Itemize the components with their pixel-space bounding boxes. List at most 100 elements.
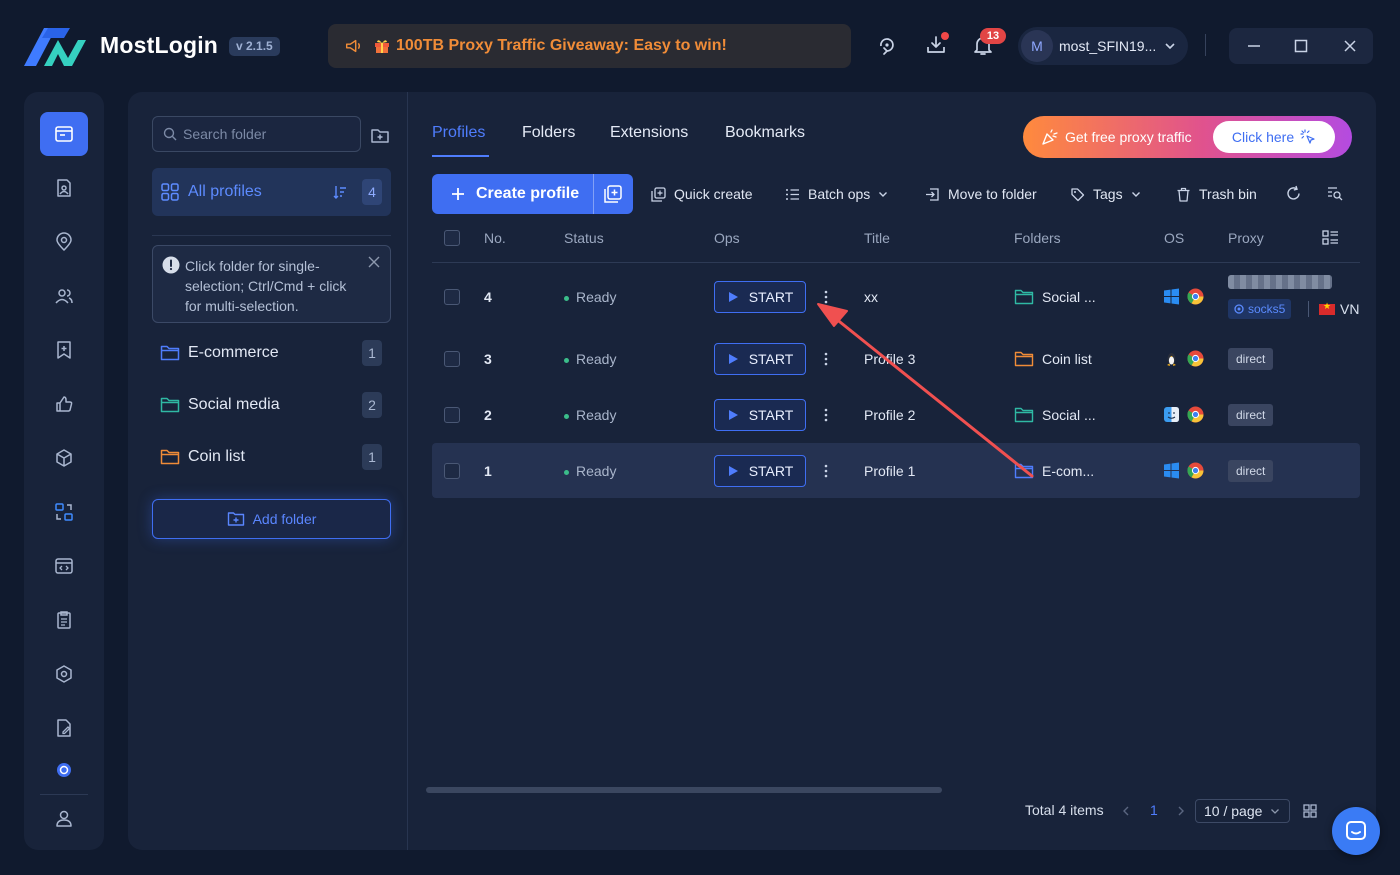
windows-icon [1164,462,1179,479]
nav-api[interactable] [40,544,88,588]
folder-search[interactable] [152,116,361,152]
all-profiles-item[interactable]: All profiles 4 [152,168,391,216]
close-icon[interactable] [1342,38,1358,54]
col-status[interactable]: Status [564,230,604,246]
table-row[interactable]: 2 Ready START Profile 2 Social ... direc… [432,387,1360,443]
free-proxy-banner[interactable]: Get free proxy traffic Click here [1023,116,1352,158]
batch-ops-label: Batch ops [808,186,871,202]
grid-view-icon[interactable] [1303,804,1317,818]
row-checkbox[interactable] [444,407,460,423]
nav-logs[interactable] [40,598,88,642]
move-to-folder-label: Move to folder [948,186,1037,202]
nav-bookmarks[interactable] [40,328,88,372]
table-row[interactable]: 3 Ready START Profile 3 Coin list direct [432,331,1360,387]
location-pin-icon [56,232,72,252]
sort-icon[interactable] [332,184,348,200]
more-options-icon[interactable] [818,463,834,479]
user-menu[interactable]: M most_SFIN19... [1018,27,1188,65]
start-button[interactable]: START [714,455,806,487]
search-icon [163,127,177,141]
folder-item-social-media[interactable]: Social media 2 [152,385,391,425]
current-page[interactable]: 1 [1150,802,1158,818]
gift-icon [375,40,389,53]
maximize-icon[interactable] [1293,38,1309,54]
row-checkbox[interactable] [444,351,460,367]
chrome-icon [1187,406,1204,423]
sync-icon[interactable] [876,34,898,56]
nav-account[interactable] [40,796,88,840]
tab-extensions[interactable]: Extensions [610,124,688,142]
nav-settings[interactable] [40,652,88,696]
nav-recommend[interactable] [40,382,88,426]
click-here-button[interactable]: Click here [1213,121,1335,153]
folder-item-ecommerce[interactable]: E-commerce 1 [152,333,391,373]
quick-create-button[interactable]: Quick create [651,185,753,203]
batch-create-icon[interactable] [603,184,623,204]
move-to-folder-button[interactable]: Move to folder [925,185,1037,203]
side-nav [24,92,104,850]
trash-bin-button[interactable]: Trash bin [1176,185,1257,203]
chevron-down-icon [879,192,888,197]
add-folder-button[interactable]: Add folder [152,499,391,539]
table-row[interactable]: 1 Ready START Profile 1 E-com... direct [432,443,1360,498]
page-size-select[interactable]: 10 / page [1195,799,1290,823]
row-checkbox[interactable] [444,463,460,479]
tags-dropdown[interactable]: Tags [1070,185,1141,203]
row-status: Ready [564,407,616,423]
start-button[interactable]: START [714,281,806,313]
next-page-icon[interactable] [1175,805,1187,817]
more-options-icon[interactable] [818,289,834,305]
nav-support[interactable] [40,750,88,790]
search-filter-icon[interactable] [1327,185,1344,202]
col-folders[interactable]: Folders [1014,230,1061,246]
new-folder-icon[interactable] [370,125,390,145]
tab-folders[interactable]: Folders [522,124,575,142]
nav-docs[interactable] [40,706,88,750]
nav-sync[interactable] [40,490,88,534]
chevron-down-icon [1165,43,1175,50]
more-options-icon[interactable] [818,407,834,423]
nav-profile-settings[interactable] [40,166,88,210]
batch-ops-dropdown[interactable]: Batch ops [785,185,888,203]
refresh-icon[interactable] [1285,185,1302,202]
hint-text: Click folder for single-selection; Ctrl/… [185,258,347,314]
nav-proxies[interactable] [40,220,88,264]
folder-label: Coin list [188,448,245,465]
free-proxy-text: Get free proxy traffic [1065,129,1192,145]
select-all-checkbox[interactable] [444,230,460,246]
close-hint-icon[interactable] [368,256,380,268]
status-dot [564,469,569,475]
horizontal-scrollbar[interactable] [426,787,942,793]
search-folder-input[interactable] [183,126,353,142]
nav-profiles[interactable] [40,112,88,156]
table-row[interactable]: 4 Ready START xx Social ... socks5 VN [432,263,1360,331]
start-button[interactable]: START [714,343,806,375]
row-status: Ready [564,463,616,479]
prev-page-icon[interactable] [1120,805,1132,817]
nav-extensions[interactable] [40,436,88,480]
tab-profiles[interactable]: Profiles [432,124,485,142]
folder-hint: Click folder for single-selection; Ctrl/… [152,245,391,323]
tab-bookmarks[interactable]: Bookmarks [725,124,805,142]
col-os[interactable]: OS [1164,230,1184,246]
nav-team[interactable] [40,274,88,318]
col-proxy[interactable]: Proxy [1228,230,1264,246]
code-window-icon [55,558,73,574]
start-label: START [748,463,794,479]
col-no[interactable]: No. [484,230,506,246]
app-name: MostLogin [100,32,219,58]
minimize-icon[interactable] [1246,38,1262,54]
row-checkbox[interactable] [444,289,460,305]
start-button[interactable]: START [714,399,806,431]
col-title[interactable]: Title [864,230,890,246]
promo-banner[interactable]: 100TB Proxy Traffic Giveaway: Easy to wi… [328,24,851,68]
row-title: Profile 1 [864,463,916,479]
proxy-ip-redacted [1228,275,1332,289]
row-os [1163,350,1211,367]
folder-item-coin-list[interactable]: Coin list 1 [152,437,391,477]
chat-support-button[interactable] [1332,807,1380,855]
col-ops: Ops [714,230,740,246]
column-settings-icon[interactable] [1322,229,1339,246]
create-profile-button[interactable]: Create profile [432,174,633,214]
more-options-icon[interactable] [818,351,834,367]
